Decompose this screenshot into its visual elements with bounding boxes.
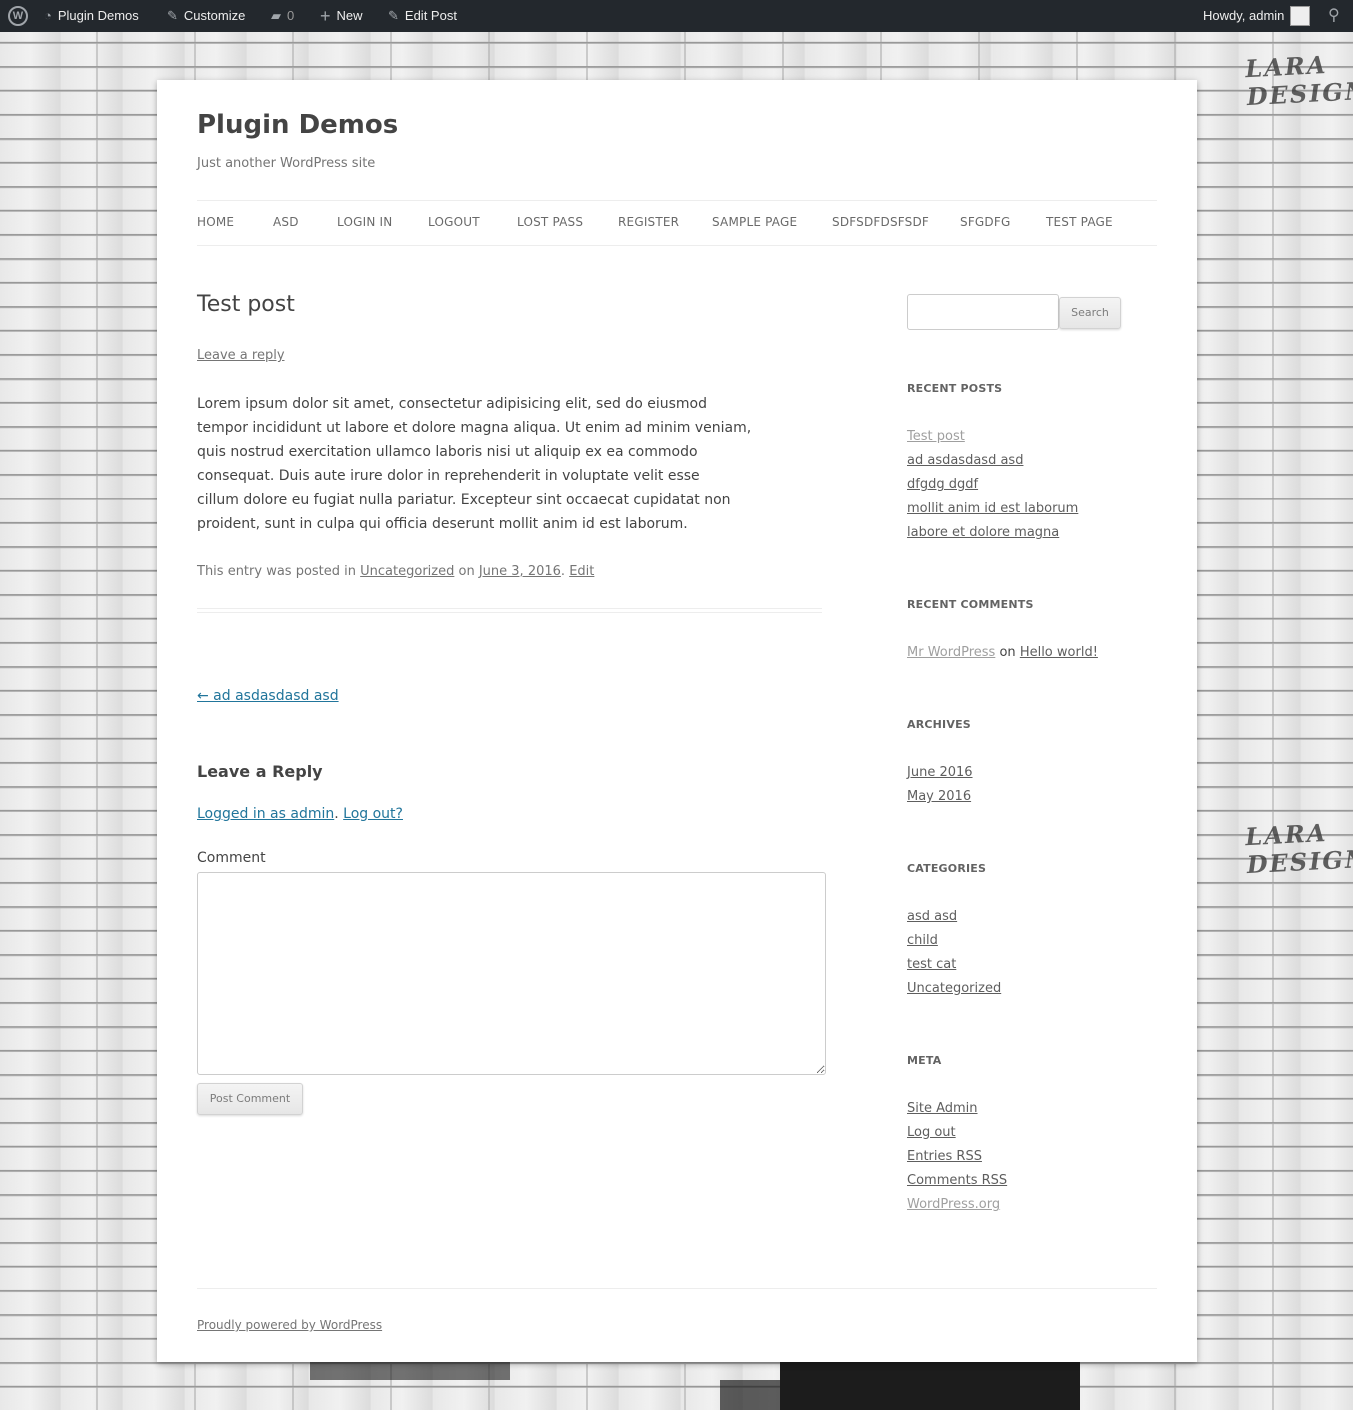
- edit-link[interactable]: Edit: [569, 564, 594, 579]
- graffiti-decoration: [300, 1360, 1200, 1410]
- meta-link-site-admin[interactable]: Site Admin: [907, 1101, 978, 1116]
- recent-post-link[interactable]: dfgdg dgdf: [907, 477, 978, 492]
- reply-title: Leave a Reply: [197, 762, 323, 781]
- nav-item-lost-pass[interactable]: LOST PASS: [517, 215, 583, 229]
- avatar: [1290, 6, 1311, 26]
- widget-title-recent-posts: RECENT POSTS: [907, 382, 1003, 395]
- divider: [197, 608, 822, 613]
- nav-item-login-in[interactable]: LOGIN IN: [337, 215, 392, 229]
- recent-post-link[interactable]: labore et dolore magna: [907, 525, 1059, 540]
- brush-icon: ✎: [167, 8, 178, 23]
- nav-item-logout[interactable]: LOGOUT: [428, 215, 480, 229]
- nav-item-register[interactable]: REGISTER: [618, 215, 679, 229]
- nav-item-sample-page[interactable]: SAMPLE PAGE: [712, 215, 797, 229]
- comments-button[interactable]: ▰ 0: [271, 0, 294, 32]
- logged-in-link[interactable]: Logged in as admin: [197, 806, 334, 822]
- widget-title-categories: CATEGORIES: [907, 862, 987, 875]
- widget-title-archives: ARCHIVES: [907, 718, 971, 731]
- post-comment-button[interactable]: Post Comment: [197, 1083, 303, 1115]
- wordpress-icon: [8, 6, 28, 26]
- previous-post-link[interactable]: ← ad asdasdasd asd: [197, 688, 339, 704]
- post-meta: This entry was posted in Uncategorized o…: [197, 564, 595, 579]
- leave-reply-link[interactable]: Leave a reply: [197, 348, 285, 363]
- widget-title-recent-comments: RECENT COMMENTS: [907, 598, 1034, 611]
- page-container: Plugin Demos Just another WordPress site…: [157, 80, 1197, 1362]
- archive-link[interactable]: May 2016: [907, 789, 971, 804]
- new-content-button[interactable]: + New: [320, 0, 363, 32]
- archive-link[interactable]: June 2016: [907, 765, 973, 780]
- nav-item-home[interactable]: HOME: [197, 215, 234, 229]
- meta-link-log-out[interactable]: Log out: [907, 1125, 956, 1140]
- nav-item-sfgdfg[interactable]: SFGDFG: [960, 215, 1010, 229]
- search-button[interactable]: ⚲: [1328, 0, 1340, 32]
- logout-link[interactable]: Log out?: [343, 806, 403, 822]
- site-name-menu[interactable]: ◔ Plugin Demos: [44, 0, 139, 32]
- search-submit-button[interactable]: Search: [1059, 297, 1121, 329]
- site-title[interactable]: Plugin Demos: [197, 110, 398, 140]
- search-input[interactable]: [907, 294, 1059, 330]
- widget-title-meta: META: [907, 1054, 942, 1067]
- recent-post-link[interactable]: mollit anim id est laborum: [907, 501, 1078, 516]
- edit-post-button[interactable]: ✎ Edit Post: [388, 0, 457, 32]
- user-account-menu[interactable]: Howdy, admin: [1203, 0, 1311, 32]
- recent-post-link[interactable]: ad asdasdasd asd: [907, 453, 1023, 468]
- comment-author-link[interactable]: Mr WordPress: [907, 645, 995, 660]
- meta-link-wordpress-org[interactable]: WordPress.org: [907, 1197, 1000, 1212]
- post-title: Test post: [197, 292, 295, 317]
- pencil-icon: ✎: [388, 8, 399, 23]
- logged-in-text: Logged in as admin. Log out?: [197, 806, 403, 822]
- category-item-link[interactable]: asd asd: [907, 909, 957, 924]
- comment-bubble-icon: ▰: [271, 8, 281, 23]
- customize-button[interactable]: ✎ Customize: [167, 0, 245, 32]
- watermark-logo: LARA DESIGN: [1244, 49, 1353, 112]
- watermark-logo: LARA DESIGN: [1244, 817, 1353, 880]
- search-icon: ⚲: [1328, 7, 1340, 24]
- category-item-link[interactable]: child: [907, 933, 938, 948]
- dashboard-icon: ◔: [44, 8, 52, 23]
- recent-comment-item: Mr WordPress on Hello world!: [907, 645, 1098, 660]
- main-navigation: HOME ASD LOGIN IN LOGOUT LOST PASS REGIS…: [197, 200, 1157, 246]
- category-item-link[interactable]: Uncategorized: [907, 981, 1001, 996]
- recent-post-link[interactable]: Test post: [907, 429, 965, 444]
- category-item-link[interactable]: test cat: [907, 957, 956, 972]
- footer-divider: [197, 1288, 1157, 1289]
- post-date-link[interactable]: June 3, 2016: [479, 564, 561, 579]
- nav-item-sdfsdfdsfsdf[interactable]: SDFSDFDSFSDF: [832, 215, 929, 229]
- site-description: Just another WordPress site: [197, 156, 376, 171]
- footer-powered-link[interactable]: Proudly powered by WordPress: [197, 1318, 382, 1332]
- meta-link-comments-rss[interactable]: Comments RSS: [907, 1173, 1007, 1188]
- wordpress-logo-button[interactable]: [8, 0, 34, 32]
- admin-bar: ◔ Plugin Demos ✎ Customize ▰ 0 + New ✎ E…: [0, 0, 1353, 32]
- plus-icon: +: [320, 6, 331, 26]
- nav-item-test-page[interactable]: TEST PAGE: [1046, 215, 1113, 229]
- category-link[interactable]: Uncategorized: [360, 564, 454, 579]
- comment-textarea[interactable]: [197, 872, 826, 1075]
- nav-item-asd[interactable]: ASD: [273, 215, 299, 229]
- meta-link-entries-rss[interactable]: Entries RSS: [907, 1149, 982, 1164]
- comment-label: Comment: [197, 850, 266, 866]
- comment-post-link[interactable]: Hello world!: [1020, 645, 1098, 660]
- post-content: Lorem ipsum dolor sit amet, consectetur …: [197, 396, 752, 532]
